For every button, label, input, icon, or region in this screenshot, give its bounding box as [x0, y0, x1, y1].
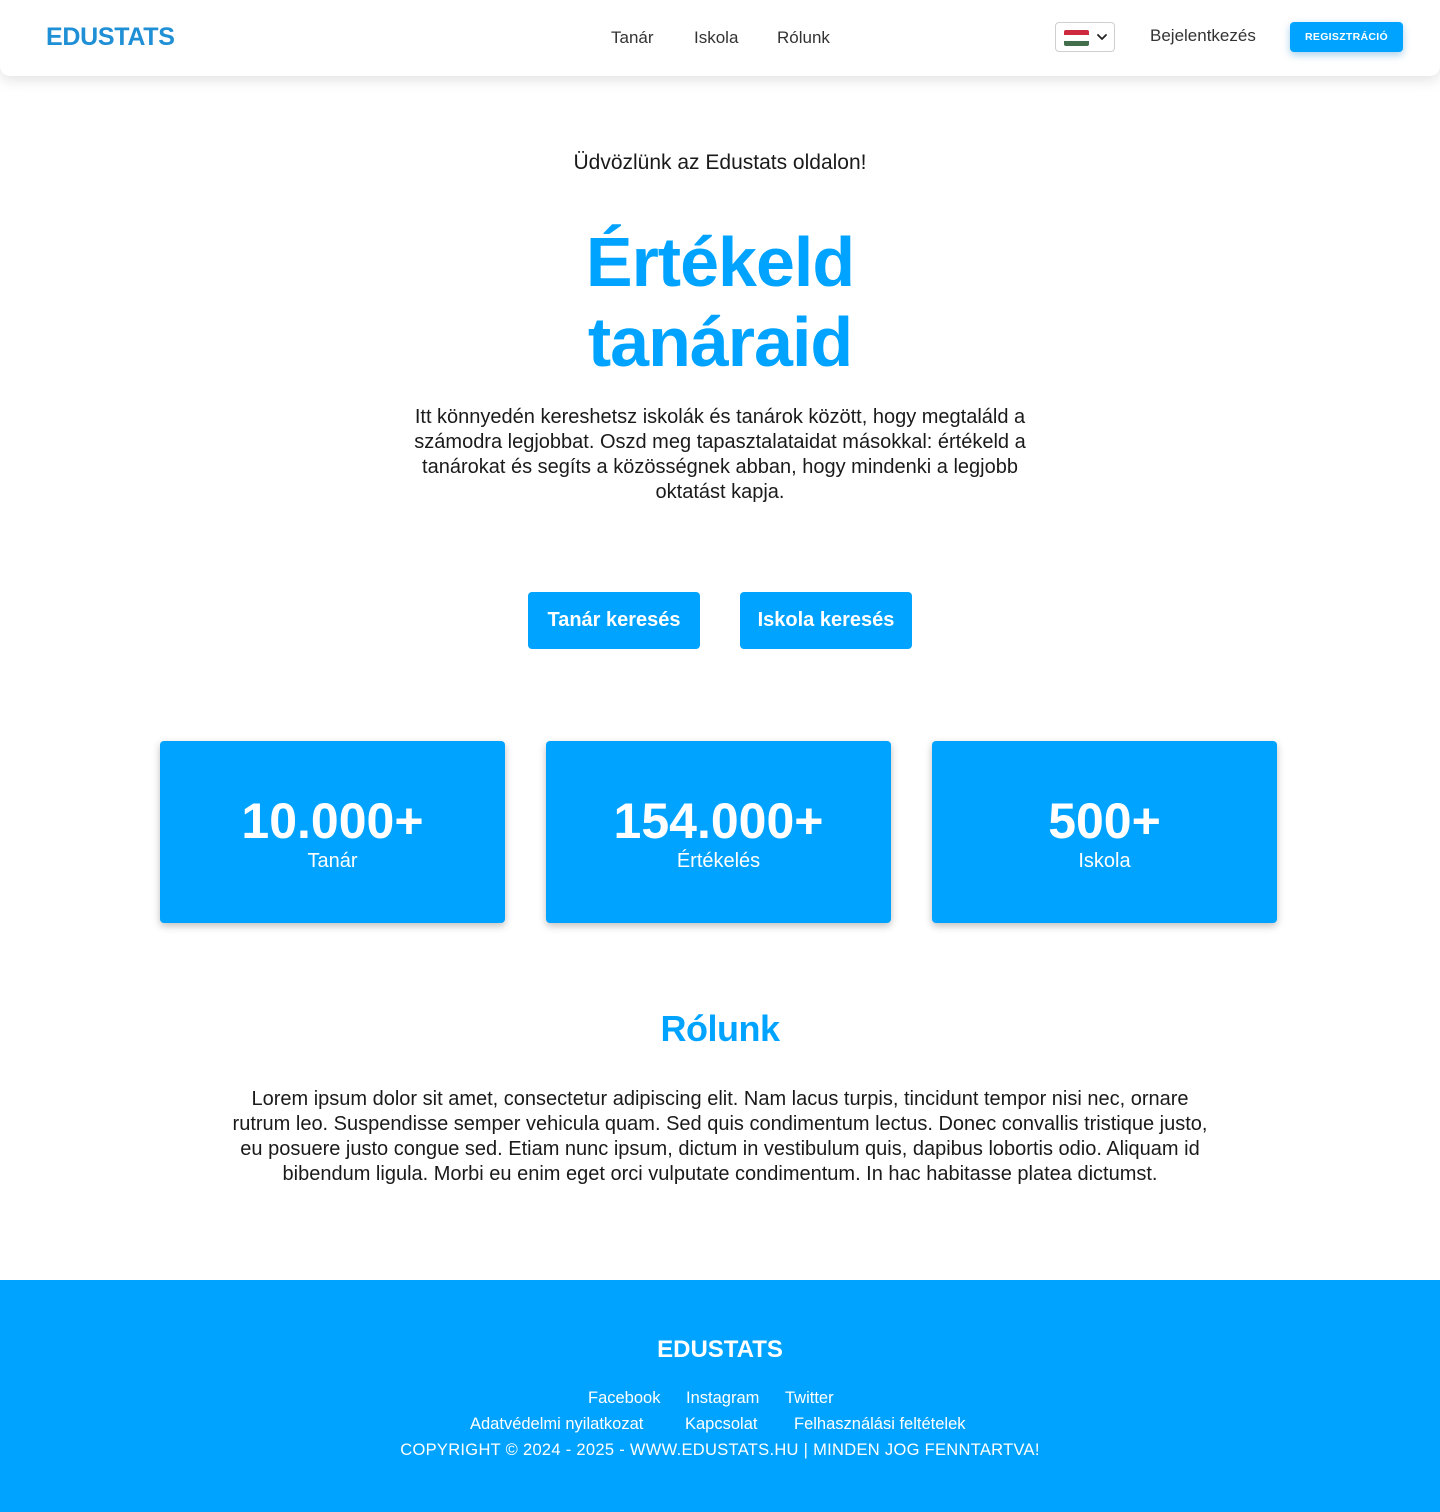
stat-card-schools: 500+ Iskola [932, 741, 1277, 923]
stat-label: Tanár [307, 850, 358, 872]
welcome-text: Üdvözlünk az Edustats oldalon! [573, 151, 867, 174]
stat-value: 10.000+ [241, 793, 424, 849]
stat-label: Iskola [1078, 850, 1131, 872]
instagram-link[interactable]: Instagram [686, 1389, 759, 1408]
site-header: EDUSTATS Tanár Iskola Rólunk Bejelentkez… [0, 0, 1440, 76]
twitter-link[interactable]: Twitter [785, 1389, 834, 1408]
hero-title-line1: Értékeld [585, 223, 855, 301]
terms-link[interactable]: Felhasználási feltételek [794, 1415, 966, 1434]
teacher-search-button[interactable]: Tanár keresés [528, 592, 700, 649]
school-search-button[interactable]: Iskola keresés [740, 592, 912, 649]
nav-item-iskola[interactable]: Iskola [694, 28, 738, 48]
stat-card-ratings: 154.000+ Értékelés [546, 741, 891, 923]
footer-logo: EDUSTATS [657, 1336, 783, 1363]
contact-link[interactable]: Kapcsolat [685, 1415, 757, 1434]
nav-item-tanar[interactable]: Tanár [611, 28, 654, 48]
hungary-flag-icon [1064, 30, 1089, 46]
site-footer: EDUSTATS Facebook Instagram Twitter Adat… [0, 1280, 1440, 1512]
nav-item-rolunk[interactable]: Rólunk [777, 28, 830, 48]
facebook-link[interactable]: Facebook [588, 1389, 660, 1408]
stat-value: 500+ [1048, 793, 1161, 849]
about-title: Rólunk [660, 1008, 781, 1049]
login-link[interactable]: Bejelentkezés [1150, 26, 1256, 46]
register-button[interactable]: REGISZTRÁCIÓ [1290, 22, 1403, 52]
footer-social-links: Facebook Instagram Twitter [0, 1389, 1440, 1411]
stat-label: Értékelés [676, 850, 761, 872]
footer-legal-links: Adatvédelmi nyilatkozat Kapcsolat Felhas… [0, 1415, 1440, 1437]
about-text: Lorem ipsum dolor sit amet, consectetur … [232, 1088, 1208, 1185]
hero-title-line2: tanáraid [587, 303, 853, 381]
chevron-down-icon [1096, 29, 1108, 48]
copyright: COPYRIGHT © 2024 - 2025 - WWW.EDUSTATS.H… [400, 1441, 1040, 1459]
privacy-policy-link[interactable]: Adatvédelmi nyilatkozat [470, 1415, 643, 1434]
hero-description: Itt könnyedén kereshetsz iskolák és taná… [414, 406, 1026, 503]
stat-value: 154.000+ [613, 793, 824, 849]
hero-title: Értékeld tanáraid [0, 222, 1440, 382]
language-select[interactable] [1055, 22, 1115, 52]
stat-card-teachers: 10.000+ Tanár [160, 741, 505, 923]
